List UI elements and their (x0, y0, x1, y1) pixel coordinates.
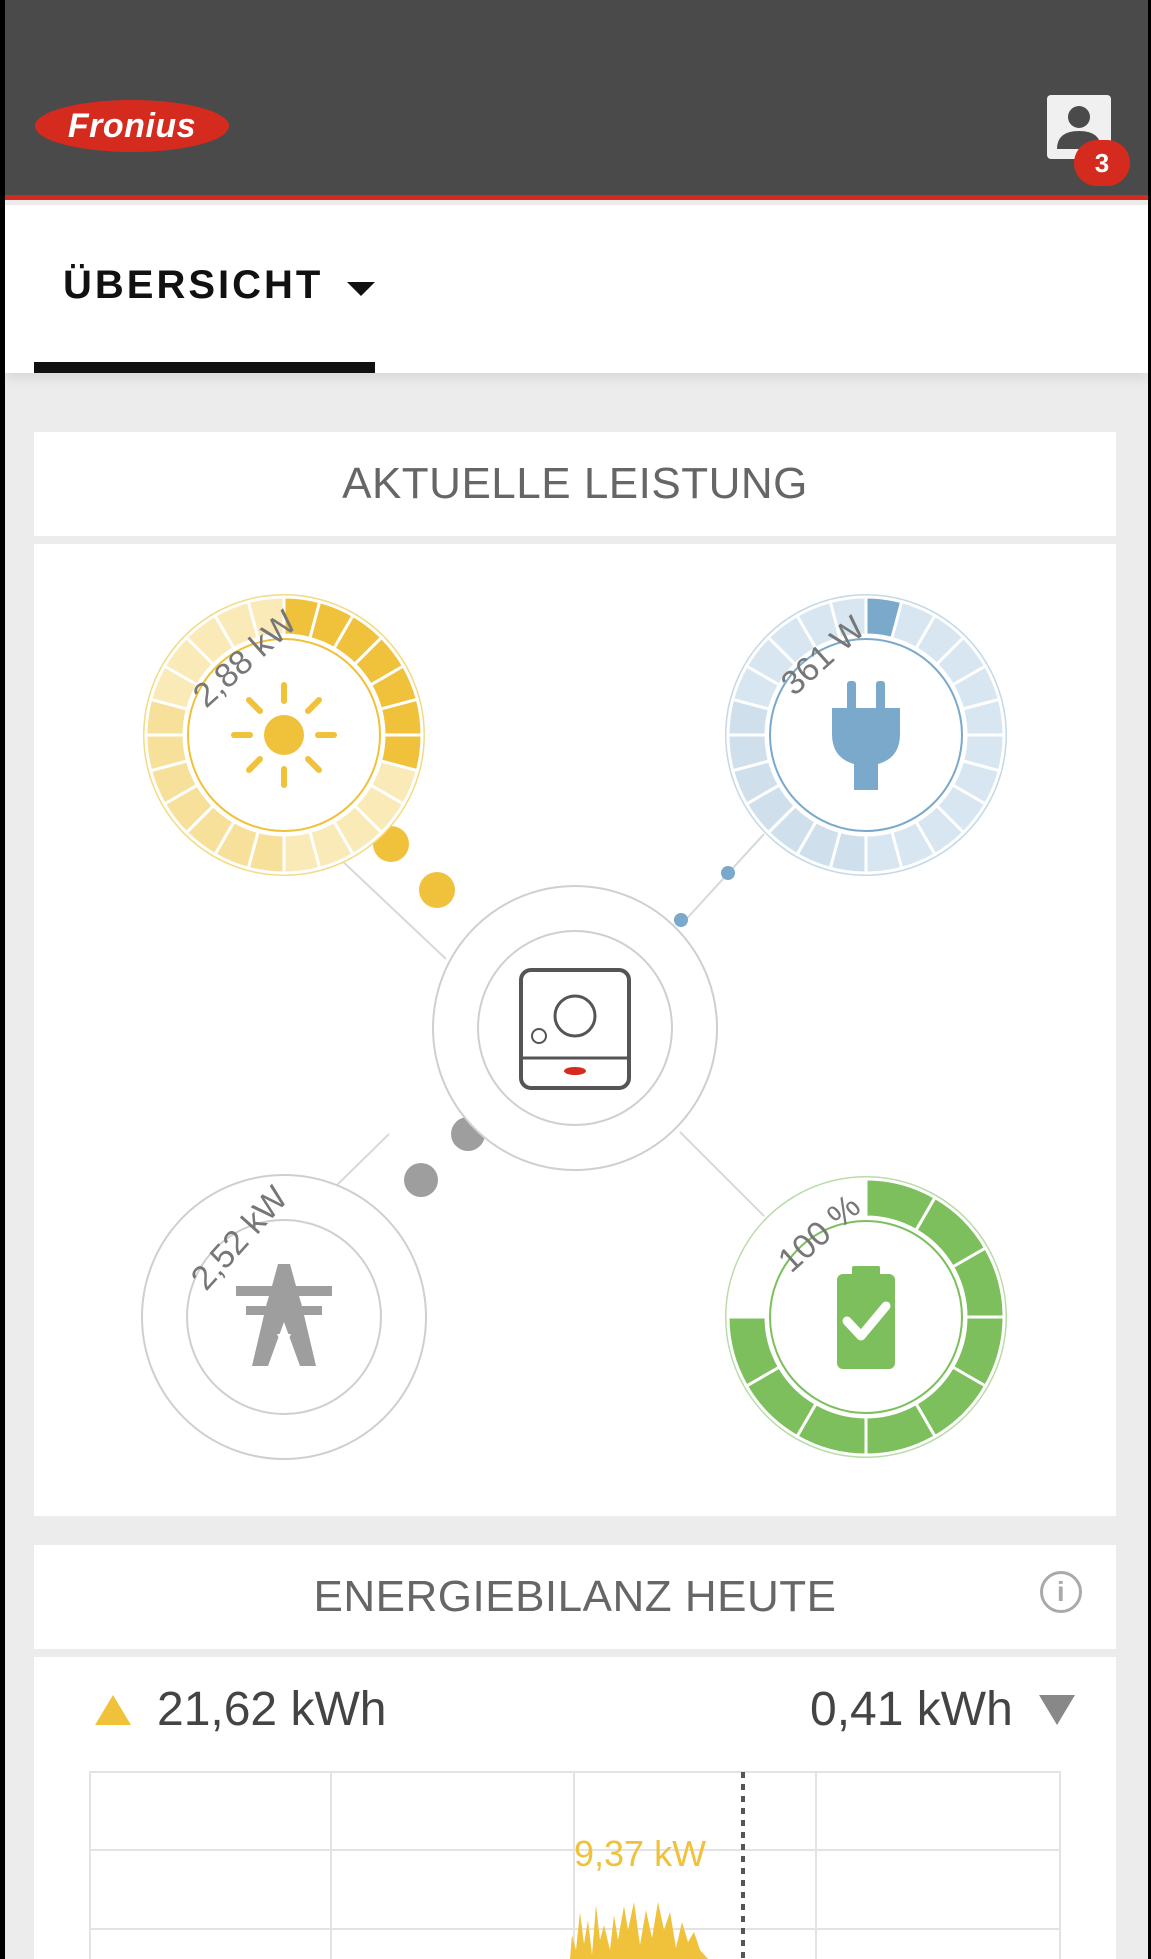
production-area (570, 1902, 708, 1959)
energy-chart (89, 1771, 1061, 1959)
peak-power-label: 9,37 kW (574, 1833, 707, 1874)
